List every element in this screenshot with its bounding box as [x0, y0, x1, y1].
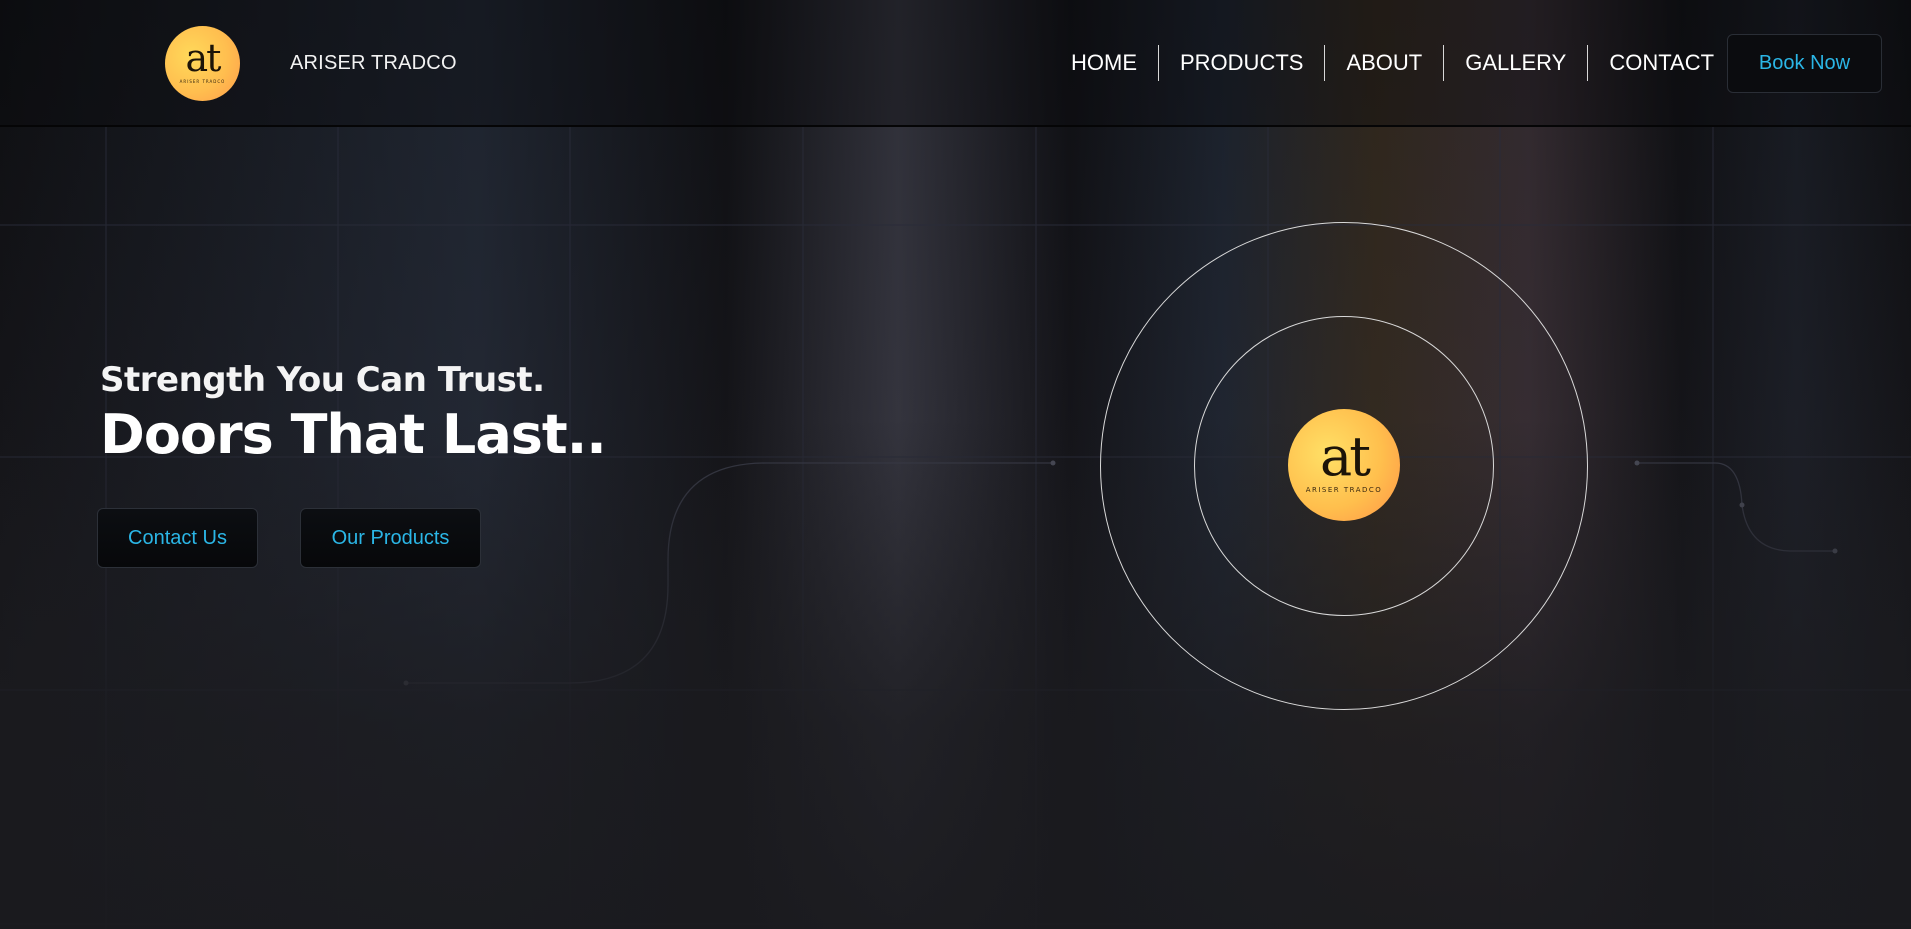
logo-mark: at	[185, 36, 222, 80]
brand-name: ARISER TRADCO	[290, 52, 457, 74]
emblem-rings: at ARISER TRADCO	[1100, 222, 1588, 710]
nav-products[interactable]: PRODUCTS	[1159, 45, 1326, 81]
emblem-logo: at ARISER TRADCO	[1288, 409, 1400, 521]
hero-subtitle: Strength You Can Trust.	[100, 360, 545, 400]
nav-home[interactable]: HOME	[1050, 45, 1159, 81]
nav-menu: HOME PRODUCTS ABOUT GALLERY CONTACT	[1050, 45, 1737, 81]
logo[interactable]: at ARISER TRADCO	[165, 26, 240, 101]
navbar: at ARISER TRADCO ARISER TRADCO HOME PROD…	[0, 0, 1911, 127]
emblem-mark: at	[1320, 425, 1371, 488]
background-fade	[0, 418, 1911, 929]
contact-us-button[interactable]: Contact Us	[97, 508, 258, 568]
nav-gallery[interactable]: GALLERY	[1444, 45, 1589, 81]
logo-subtext: ARISER TRADCO	[179, 79, 226, 84]
hero-title: Doors That Last..	[100, 403, 607, 466]
emblem-subtext: ARISER TRADCO	[1305, 486, 1383, 494]
nav-contact[interactable]: CONTACT	[1588, 45, 1737, 81]
nav-about[interactable]: ABOUT	[1325, 45, 1445, 81]
our-products-button[interactable]: Our Products	[300, 508, 481, 568]
book-now-button[interactable]: Book Now	[1727, 34, 1882, 93]
